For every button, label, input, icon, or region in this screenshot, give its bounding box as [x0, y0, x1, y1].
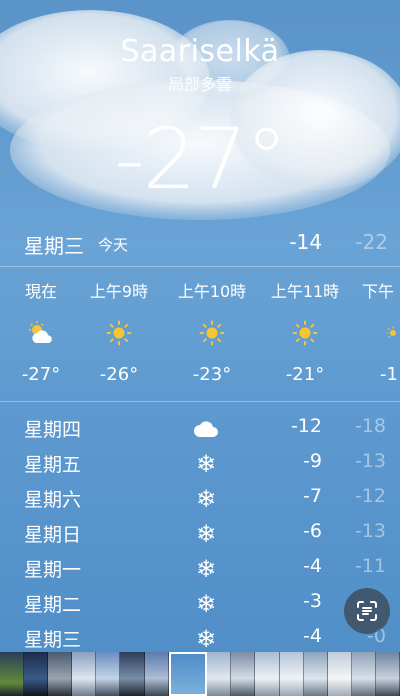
hour-label: 下午: [362, 282, 395, 301]
snow-icon: ❄: [195, 590, 217, 618]
hour-label: 上午9時: [89, 282, 149, 301]
hour-temp: -23°: [192, 364, 232, 385]
day-name: 星期二: [24, 594, 82, 616]
day-high: -9: [303, 450, 322, 472]
photo-thumbnail-selected[interactable]: [168, 652, 208, 696]
cloud-icon: [192, 416, 220, 442]
hourly-item: 下午 -1: [356, 278, 400, 385]
daily-row: 星期二 ❄ -3: [0, 587, 400, 622]
daily-row: 星期日 ❄ -6 -13: [0, 517, 400, 552]
snow-icon: ❄: [195, 625, 217, 653]
day-high: -4: [303, 555, 322, 577]
hourly-item: 上午11時 -21°: [260, 278, 350, 385]
photo-thumbnail[interactable]: [96, 652, 121, 696]
today-high: -14: [289, 230, 322, 254]
photo-thumbnail[interactable]: [207, 652, 232, 696]
photo-thumbnail[interactable]: [144, 652, 169, 696]
live-text-scan-button[interactable]: [344, 588, 390, 634]
hourly-item: 上午9時 -26°: [74, 278, 164, 385]
hourly-forecast[interactable]: 現在 -27° 上午9時 -26° 上午10時 -23° 上午11時 -21° …: [0, 278, 400, 398]
day-name: 星期四: [24, 419, 82, 441]
photo-thumbnail[interactable]: [327, 652, 352, 696]
text-scan-icon: [357, 601, 377, 621]
day-name: 星期六: [24, 489, 82, 511]
photo-thumbnail[interactable]: [24, 652, 49, 696]
photo-thumbnail[interactable]: [0, 652, 25, 696]
day-name: 星期一: [24, 559, 82, 581]
hour-temp: -1: [380, 364, 398, 385]
photo-thumbnail[interactable]: [351, 652, 376, 696]
today-low: -22: [355, 230, 388, 254]
today-row: 星期三 今天 -14 -22: [0, 228, 400, 260]
location-header: Saariselkä 局部多雲: [0, 34, 400, 95]
sun-icon: [74, 318, 164, 348]
photo-thumbnail[interactable]: [48, 652, 73, 696]
day-name: 星期五: [24, 454, 82, 476]
day-low: -12: [354, 485, 386, 507]
daily-row: 星期一 ❄ -4 -11: [0, 552, 400, 587]
hour-label: 上午10時: [177, 282, 247, 301]
divider: [0, 401, 400, 402]
snow-icon: ❄: [195, 450, 217, 478]
day-name: 星期三: [24, 629, 82, 651]
photo-thumbnail[interactable]: [279, 652, 304, 696]
today-day: 星期三: [24, 234, 84, 258]
day-low: -11: [354, 555, 386, 577]
day-high: -7: [303, 485, 322, 507]
photo-thumbnail[interactable]: [375, 652, 400, 696]
sun-icon: [167, 318, 257, 348]
snow-icon: ❄: [195, 555, 217, 583]
sun-icon: [356, 318, 400, 348]
condition-text: 局部多雲: [167, 75, 232, 94]
day-high: -3: [303, 590, 322, 612]
day-high: -6: [303, 520, 322, 542]
day-high: -12: [290, 415, 322, 437]
photo-thumbnail-strip[interactable]: [0, 652, 400, 696]
day-low: -13: [354, 520, 386, 542]
daily-row: 星期五 ❄ -9 -13: [0, 447, 400, 482]
hour-temp: -21°: [285, 364, 325, 385]
divider: [0, 266, 400, 267]
snow-icon: ❄: [195, 520, 217, 548]
day-high: -4: [303, 625, 322, 647]
hourly-item: 上午10時 -23°: [167, 278, 257, 385]
photo-thumbnail[interactable]: [72, 652, 97, 696]
day-low: -13: [354, 450, 386, 472]
photo-thumbnail[interactable]: [303, 652, 328, 696]
hour-temp: -26°: [99, 364, 139, 385]
city-name: Saariselkä: [120, 34, 280, 69]
day-name: 星期日: [24, 524, 82, 546]
today-label: 今天: [98, 236, 129, 254]
daily-forecast[interactable]: 星期四 -12 -18 星期五 ❄ -9 -13 星期六 ❄ -7 -12 星期…: [0, 412, 400, 657]
day-low: -18: [354, 415, 386, 437]
photo-thumbnail[interactable]: [120, 652, 145, 696]
photo-thumbnail[interactable]: [255, 652, 280, 696]
hour-label: 上午11時: [270, 282, 340, 301]
photo-thumbnail[interactable]: [231, 652, 256, 696]
daily-row: 星期四 -12 -18: [0, 412, 400, 447]
current-temperature: -27°: [114, 110, 287, 208]
sun-icon: [260, 318, 350, 348]
daily-row: 星期六 ❄ -7 -12: [0, 482, 400, 517]
snow-icon: ❄: [195, 485, 217, 513]
